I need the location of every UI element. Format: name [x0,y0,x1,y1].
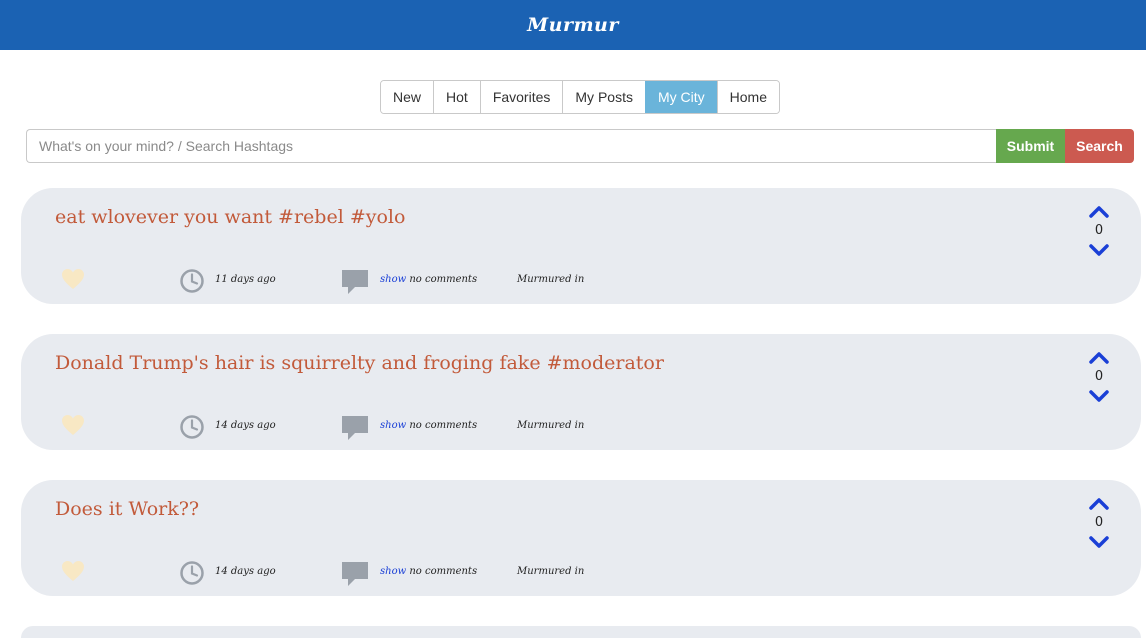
tab-my-posts[interactable]: My Posts [562,81,645,113]
comments-info: show no comments [380,274,477,285]
post-meta: 14 days ago show no comments Murmured in [21,560,721,586]
clock-icon [180,269,204,293]
post-time: 11 days ago [215,274,276,285]
show-comments-link[interactable]: show [380,420,406,431]
heart-icon[interactable] [61,560,85,582]
chevron-up-icon[interactable] [1089,204,1109,218]
post-card [21,626,1141,638]
post-text: Does it Work?? [55,498,200,520]
vote-control: 0 [1079,204,1119,274]
feed-tab-group: New Hot Favorites My Posts My City Home [380,80,780,114]
heart-icon[interactable] [61,414,85,436]
post-card: Donald Trump's hair is squirrelty and fr… [21,334,1141,450]
search-button[interactable]: Search [1065,129,1134,163]
comments-info: show no comments [380,420,477,431]
show-comments-link[interactable]: show [380,274,406,285]
vote-control: 0 [1079,350,1119,420]
post-search-input[interactable] [26,129,996,163]
composer-bar: Submit Search [26,129,1134,163]
comments-info: show no comments [380,566,477,577]
vote-control: 0 [1079,496,1119,566]
post-time: 14 days ago [215,420,276,431]
post-text: Donald Trump's hair is squirrelty and fr… [55,352,664,374]
chevron-down-icon[interactable] [1089,390,1109,404]
clock-icon [180,561,204,585]
tab-favorites[interactable]: Favorites [479,81,563,113]
chevron-down-icon[interactable] [1089,536,1109,550]
post-text: eat wlovever you want #rebel #yolo [55,206,406,228]
comment-bubble-icon [342,416,368,440]
post-meta: 11 days ago show no comments Murmured in [21,268,721,294]
post-card: eat wlovever you want #rebel #yolo 0 11 … [21,188,1141,304]
tab-home[interactable]: Home [716,81,779,113]
chevron-up-icon[interactable] [1089,496,1109,510]
comments-count: no comments [409,274,478,285]
vote-count: 0 [1094,369,1104,384]
chevron-up-icon[interactable] [1089,350,1109,364]
top-navbar: Murmur [0,0,1146,50]
tab-hot[interactable]: Hot [433,81,480,113]
murmured-in: Murmured in [517,420,585,431]
show-comments-link[interactable]: show [380,566,406,577]
heart-icon[interactable] [61,268,85,290]
app-logo[interactable]: Murmur [527,14,619,36]
chevron-down-icon[interactable] [1089,244,1109,258]
vote-count: 0 [1094,223,1104,238]
submit-button[interactable]: Submit [996,129,1065,163]
comments-count: no comments [409,566,478,577]
tab-new[interactable]: New [381,81,434,113]
comment-bubble-icon [342,562,368,586]
comment-bubble-icon [342,270,368,294]
comments-count: no comments [409,420,478,431]
post-card: Does it Work?? 0 14 days ago show no com… [21,480,1141,596]
tab-my-city[interactable]: My City [644,81,717,113]
post-time: 14 days ago [215,566,276,577]
vote-count: 0 [1094,515,1104,530]
murmured-in: Murmured in [517,566,585,577]
murmured-in: Murmured in [517,274,585,285]
post-meta: 14 days ago show no comments Murmured in [21,414,721,440]
clock-icon [180,415,204,439]
